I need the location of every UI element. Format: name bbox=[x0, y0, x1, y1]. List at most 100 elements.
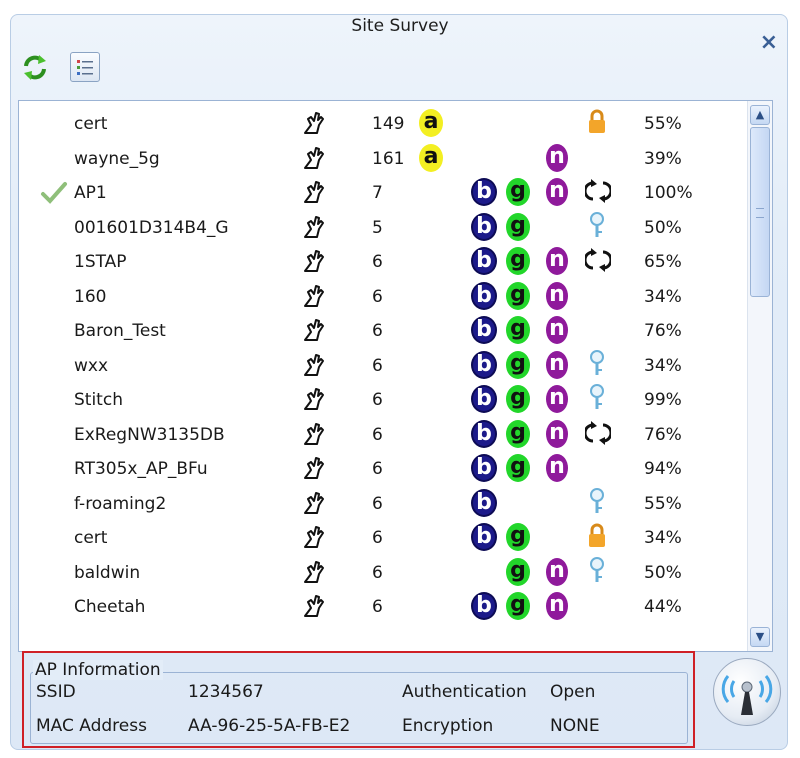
scroll-down-button[interactable]: ▼ bbox=[750, 627, 770, 647]
ssid-label: SSID bbox=[36, 682, 76, 702]
ssid-cell: 001601D314B4_G bbox=[74, 217, 229, 238]
close-button[interactable]: × bbox=[760, 32, 778, 54]
band-g-icon: g bbox=[506, 523, 530, 551]
network-row[interactable]: 160 6 b g n 34% bbox=[19, 280, 749, 314]
band-b-icon: b bbox=[471, 419, 497, 448]
channel-cell: 6 bbox=[372, 493, 383, 514]
ssid-cell: 1STAP bbox=[74, 252, 127, 272]
network-row[interactable]: Baron_Test 6 b g n 76% bbox=[19, 314, 749, 348]
key-icon bbox=[585, 487, 611, 517]
ssid-cell: cert bbox=[74, 114, 108, 134]
band-g-icon: g bbox=[506, 281, 530, 310]
ssid-cell: Cheetah bbox=[74, 597, 146, 617]
network-row[interactable]: baldwin 6 g n 50% bbox=[19, 556, 749, 590]
channel-cell: 6 bbox=[372, 355, 383, 376]
ssid-cell: AP1 bbox=[74, 183, 107, 203]
network-row[interactable]: wxx 6 b g n 34% bbox=[19, 349, 749, 383]
network-row[interactable]: 1STAP 6 b g n 65% bbox=[19, 245, 749, 279]
band-g-icon: g bbox=[506, 385, 530, 413]
channel-cell: 6 bbox=[372, 252, 383, 272]
key-icon bbox=[585, 383, 611, 413]
channel-cell: 6 bbox=[372, 528, 383, 548]
key-icon bbox=[585, 211, 611, 241]
channel-cell: 6 bbox=[372, 321, 383, 341]
band-b-icon: b bbox=[471, 523, 497, 551]
vertical-scrollbar[interactable]: ▲ ▼ bbox=[747, 101, 772, 651]
connected-check-icon bbox=[39, 178, 69, 213]
signal-cell: 100% bbox=[644, 183, 693, 203]
band-n-icon: n bbox=[546, 454, 568, 482]
infrastructure-icon bbox=[299, 211, 329, 248]
band-a-icon: a bbox=[419, 109, 443, 137]
network-row[interactable]: AP1 7 b g n 100% bbox=[19, 176, 749, 210]
infrastructure-icon bbox=[299, 142, 329, 179]
mac-address-value: AA-96-25-5A-FB-E2 bbox=[188, 716, 351, 736]
signal-cell: 99% bbox=[644, 390, 682, 410]
network-row[interactable]: Cheetah 6 b g n 44% bbox=[19, 590, 749, 624]
band-b-icon: b bbox=[471, 247, 497, 275]
band-g-icon: g bbox=[506, 419, 530, 448]
band-n-icon: n bbox=[546, 281, 568, 310]
band-b-icon: b bbox=[471, 488, 497, 517]
list-view-icon[interactable] bbox=[70, 52, 100, 82]
band-g-icon: g bbox=[506, 557, 530, 586]
ssid-cell: cert bbox=[74, 528, 108, 548]
network-row[interactable]: cert 149 a 55% bbox=[19, 107, 749, 141]
band-n-icon: n bbox=[546, 316, 568, 344]
band-n-icon: n bbox=[546, 419, 568, 448]
band-n-icon: n bbox=[546, 385, 568, 413]
band-g-icon: g bbox=[506, 316, 530, 344]
lock-icon bbox=[585, 521, 611, 551]
mac-address-label: MAC Address bbox=[36, 716, 147, 736]
infrastructure-icon bbox=[299, 521, 329, 558]
network-list[interactable]: cert 149 a 55% wayne_5g 161 a n 39% AP1 7 b g n 100% 00… bbox=[18, 100, 773, 652]
ssid-cell: 160 bbox=[74, 286, 107, 307]
infrastructure-icon bbox=[299, 383, 329, 420]
band-g-icon: g bbox=[506, 178, 530, 206]
ssid-cell: ExRegNW3135DB bbox=[74, 424, 225, 445]
channel-cell: 7 bbox=[372, 183, 383, 203]
ssid-cell: RT305x_AP_BFu bbox=[74, 459, 208, 479]
channel-cell: 6 bbox=[372, 286, 383, 307]
key-icon bbox=[585, 349, 611, 379]
band-n-icon: n bbox=[546, 350, 568, 379]
band-b-icon: b bbox=[471, 592, 497, 620]
wps-icon bbox=[583, 418, 613, 448]
signal-cell: 55% bbox=[644, 493, 682, 514]
network-row[interactable]: ExRegNW3135DB 6 b g n 76% bbox=[19, 418, 749, 452]
network-row[interactable]: wayne_5g 161 a n 39% bbox=[19, 142, 749, 176]
infrastructure-icon bbox=[299, 349, 329, 386]
network-row[interactable]: Stitch 6 b g n 99% bbox=[19, 383, 749, 417]
band-g-icon: g bbox=[506, 350, 530, 379]
signal-cell: 65% bbox=[644, 252, 682, 272]
band-n-icon: n bbox=[546, 592, 568, 620]
infrastructure-icon bbox=[299, 556, 329, 593]
infrastructure-icon bbox=[299, 590, 329, 627]
band-b-icon: b bbox=[471, 350, 497, 379]
authentication-value: Open bbox=[550, 682, 596, 702]
band-b-icon: b bbox=[471, 281, 497, 310]
infrastructure-icon bbox=[299, 107, 329, 144]
band-b-icon: b bbox=[471, 178, 497, 206]
wps-icon bbox=[583, 176, 613, 206]
infrastructure-icon bbox=[299, 245, 329, 282]
band-g-icon: g bbox=[506, 247, 530, 275]
ssid-cell: Baron_Test bbox=[74, 321, 166, 341]
network-row[interactable]: cert 6 b g 34% bbox=[19, 521, 749, 555]
network-row[interactable]: RT305x_AP_BFu 6 b g n 94% bbox=[19, 452, 749, 486]
infrastructure-icon bbox=[299, 452, 329, 489]
channel-cell: 5 bbox=[372, 217, 383, 238]
signal-cell: 34% bbox=[644, 355, 682, 376]
scroll-thumb[interactable] bbox=[750, 127, 770, 297]
network-row[interactable]: 001601D314B4_G 5 b g 50% bbox=[19, 211, 749, 245]
refresh-icon[interactable] bbox=[20, 52, 50, 82]
signal-cell: 39% bbox=[644, 148, 682, 169]
ssid-cell: Stitch bbox=[74, 390, 123, 410]
ssid-cell: f-roaming2 bbox=[74, 493, 167, 514]
scroll-up-button[interactable]: ▲ bbox=[750, 105, 770, 125]
wireless-connect-button[interactable] bbox=[713, 658, 781, 726]
network-row[interactable]: f-roaming2 6 b 55% bbox=[19, 487, 749, 521]
channel-cell: 6 bbox=[372, 459, 383, 479]
signal-cell: 34% bbox=[644, 528, 682, 548]
infrastructure-icon bbox=[299, 314, 329, 351]
